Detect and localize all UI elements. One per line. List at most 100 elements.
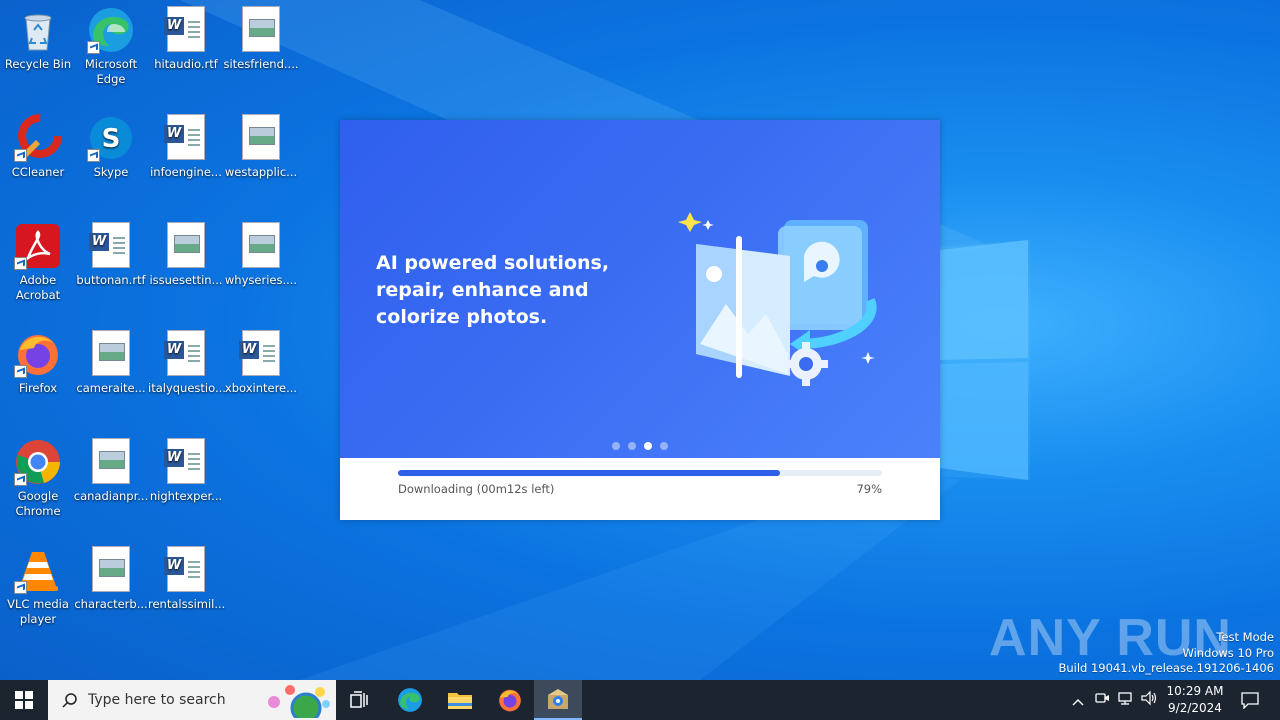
icon-label: Microsoft Edge (84, 57, 138, 86)
installer-banner: AI powered solutions, repair, enhance an… (340, 120, 940, 458)
start-button[interactable] (0, 680, 48, 720)
icon-label: sitesfriend.... (223, 57, 299, 71)
desktop-icon-microsoft-edge[interactable]: Microsoft Edge (73, 0, 149, 87)
desktop-icon-nightexper[interactable]: W nightexper... (148, 432, 224, 504)
icon-label: rentalssimil... (148, 597, 226, 611)
windows-edition: Windows 10 Pro (1182, 645, 1274, 660)
desktop-icon-buttonan-rtf[interactable]: W buttonan.rtf (73, 216, 149, 288)
icon-label: buttonan.rtf (76, 273, 146, 287)
desktop-icon-characterb[interactable]: characterb... (73, 540, 149, 612)
search-highlight-icon (268, 685, 330, 718)
chrome-icon (14, 438, 62, 486)
icon-label: Google Chrome (15, 489, 61, 518)
search-placeholder: Type here to search (88, 692, 226, 708)
meet-now-icon[interactable] (1090, 690, 1114, 710)
icon-label: italyquestio... (148, 381, 226, 395)
desktop-icon-skype[interactable]: S Skype (73, 108, 149, 180)
icon-label: VLC media player (7, 597, 69, 626)
taskbar-installer-button-active[interactable] (534, 680, 582, 720)
taskbar-firefox-button[interactable] (486, 680, 534, 720)
desktop-icon-whyseries[interactable]: whyseries.... (223, 216, 299, 288)
icon-label: Adobe Acrobat (15, 273, 61, 302)
volume-icon[interactable] (1138, 690, 1162, 710)
icon-label: xboxintere... (224, 381, 298, 395)
shortcut-arrow-icon (14, 365, 27, 378)
desktop-icon-adobe-acrobat[interactable]: Adobe Acrobat (0, 216, 76, 303)
icon-label: westapplic... (224, 165, 298, 179)
recycle-bin-icon (14, 6, 62, 54)
shortcut-arrow-icon (14, 473, 27, 486)
word-document-icon: W (162, 6, 210, 54)
edge-icon (398, 688, 422, 712)
task-view-icon (350, 691, 368, 708)
icon-label: Firefox (18, 381, 58, 395)
word-document-icon: W (87, 222, 135, 270)
desktop-icon-ccleaner[interactable]: CCleaner (0, 108, 76, 180)
shortcut-arrow-icon (87, 41, 100, 54)
icon-label: canadianpr... (73, 489, 149, 503)
desktop-icon-rentalssimil[interactable]: W rentalssimil... (148, 540, 226, 612)
icon-label: cameraite... (76, 381, 146, 395)
carousel-dot[interactable] (644, 442, 652, 450)
edge-icon (87, 6, 135, 54)
acrobat-icon (14, 222, 62, 270)
icon-label: infoengine... (150, 165, 222, 179)
carousel-indicators (612, 442, 668, 450)
action-center-button[interactable] (1232, 680, 1268, 720)
windows-logo-wallpaper (940, 240, 1028, 480)
carousel-dot[interactable] (612, 442, 620, 450)
taskbar-search-box[interactable]: Type here to search (48, 680, 336, 720)
shortcut-arrow-icon (14, 257, 27, 270)
desktop-icon-canadianpr[interactable]: canadianpr... (73, 432, 149, 504)
desktop-icon-issuesettin[interactable]: issuesettin... (148, 216, 224, 288)
desktop-icon-cameraite[interactable]: cameraite... (73, 324, 149, 396)
word-document-icon: W (237, 330, 285, 378)
test-mode-info: Test Mode Windows 10 Pro Build 19041.vb_… (1058, 630, 1274, 677)
icon-label: hitaudio.rtf (154, 57, 218, 71)
desktop-icon-vlc[interactable]: VLC media player (0, 540, 76, 627)
carousel-dot[interactable] (628, 442, 636, 450)
desktop-icon-google-chrome[interactable]: Google Chrome (0, 432, 76, 519)
search-icon (62, 693, 77, 708)
desktop-icon-italyquestio[interactable]: W italyquestio... (148, 324, 226, 396)
icon-label: issuesettin... (149, 273, 223, 287)
task-view-button[interactable] (336, 680, 384, 720)
show-hidden-icons-chevron-icon[interactable] (1066, 691, 1090, 710)
windows-start-icon (15, 691, 33, 709)
firefox-icon (499, 689, 521, 712)
desktop-icon-xboxintere[interactable]: W xboxintere... (223, 324, 299, 396)
icon-label: CCleaner (11, 165, 65, 179)
desktop-icon-hitaudio-rtf[interactable]: W hitaudio.rtf (148, 0, 224, 72)
taskbar-file-explorer-button[interactable] (436, 680, 484, 720)
image-file-icon (237, 6, 285, 54)
network-icon[interactable] (1114, 690, 1138, 710)
icon-label: characterb... (74, 597, 148, 611)
taskbar-edge-button[interactable] (386, 680, 434, 720)
clock-time: 10:29 AM (1166, 684, 1224, 698)
image-file-icon (237, 114, 285, 162)
desktop-icon-firefox[interactable]: Firefox (0, 324, 76, 396)
vlc-icon (14, 546, 62, 594)
word-document-icon: W (162, 438, 210, 486)
notification-icon (1241, 692, 1259, 709)
desktop-icon-infoengine[interactable]: W infoengine... (148, 108, 224, 180)
icon-label: Recycle Bin (4, 57, 72, 71)
desktop-icon-westapplic[interactable]: westapplic... (223, 108, 299, 180)
image-file-icon (87, 546, 135, 594)
installer-app-icon (548, 689, 568, 709)
firefox-icon (14, 330, 62, 378)
desktop-icon-sitesfriend[interactable]: sitesfriend.... (223, 0, 299, 72)
download-progress-bar (398, 470, 882, 476)
ccleaner-icon (14, 114, 62, 162)
carousel-dot[interactable] (660, 442, 668, 450)
svg-text:S: S (102, 124, 121, 154)
desktop-icon-recycle-bin[interactable]: Recycle Bin (0, 0, 76, 72)
taskbar-clock[interactable]: 10:29 AM 9/2/2024 (1160, 683, 1230, 717)
shortcut-arrow-icon (14, 149, 27, 162)
installer-window: AI powered solutions, repair, enhance an… (340, 120, 940, 520)
taskbar: Type here to search 10:29 AM 9/2/2024 (0, 680, 1280, 720)
image-file-icon (162, 222, 210, 270)
windows-build: Build 19041.vb_release.191206-1406 (1058, 661, 1274, 675)
shortcut-arrow-icon (87, 149, 100, 162)
download-percent: 79% (856, 482, 882, 496)
